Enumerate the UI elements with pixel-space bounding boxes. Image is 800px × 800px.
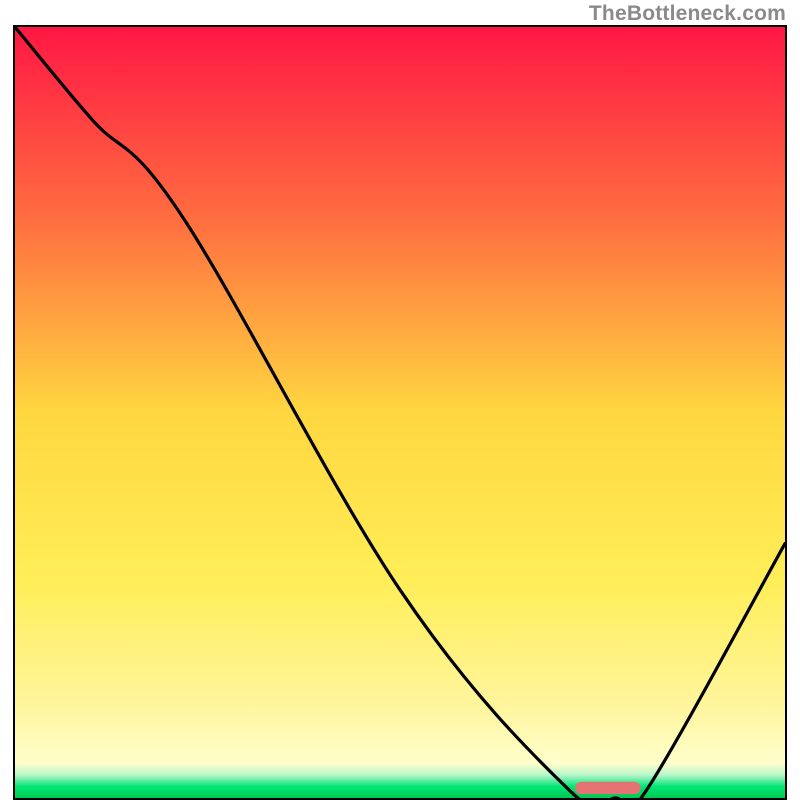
watermark-text: TheBottleneck.com xyxy=(589,2,786,26)
chart-background xyxy=(15,27,785,798)
chart-frame xyxy=(13,25,787,800)
chart-marker xyxy=(575,782,640,794)
chart-plot xyxy=(15,27,785,798)
